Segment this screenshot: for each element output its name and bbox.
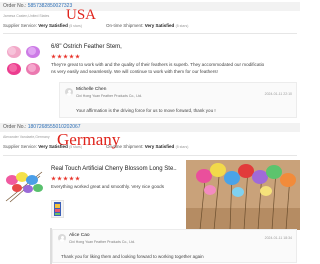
reply-author-name: Alice Cao: [69, 233, 90, 238]
avatar: [65, 88, 73, 96]
order-header: Order No.: 5857382850027323: [0, 2, 300, 11]
supplier-reply: Alice Cao Cixi Hong Yuan Feather Product…: [52, 229, 297, 263]
divider: [3, 33, 297, 34]
review-text: Everything worked great and smoothly. Ve…: [51, 184, 165, 189]
reply-date: 2024-01-11 22:10: [264, 92, 292, 96]
star-icon: [75, 54, 80, 59]
supplier-service-rating: Supplier Service: Very Satisfied (5 star…: [3, 144, 82, 149]
star-icon: [57, 54, 62, 59]
star-icon: [57, 176, 62, 181]
product-title-link[interactable]: 6/8" Ostrich Feather Stem,: [51, 44, 122, 50]
star-icon: [51, 176, 56, 181]
reply-company: Cixi Hong Yuan Feather Products Co., Ltd…: [69, 240, 136, 244]
star-icon: [69, 54, 74, 59]
ontime-shipment-rating: On-time Shipment: Very Satisfied (5 star…: [106, 144, 189, 149]
reply-text: Thank you for liking them and looking fo…: [61, 254, 204, 259]
star-icon: [51, 54, 56, 59]
ontime-shipment-rating: On-time Shipment: Very Satisfied (5 star…: [106, 23, 189, 28]
star-icon: [63, 54, 68, 59]
feather-bouquet-image: [186, 160, 300, 230]
country-annotation: USA: [66, 7, 97, 23]
order-label: Order No.:: [3, 3, 27, 9]
review-text: They're great to work with and the quali…: [51, 62, 265, 74]
product-title-link[interactable]: Real Touch Artificial Cherry Blossom Lon…: [51, 166, 177, 172]
star-icon: [75, 176, 80, 181]
review-photo-large[interactable]: [186, 160, 300, 230]
review-stars: [51, 176, 80, 181]
reply-author-name: Michelle Chen: [76, 87, 107, 92]
reply-company: Cixi Hong Yuan Feather Products Co., Ltd…: [76, 94, 143, 98]
buyer-location: Alexander Vandaele,Germany: [3, 135, 50, 139]
star-icon: [69, 176, 74, 181]
buyer-location: Jamesa Casten,United States: [3, 14, 50, 18]
photo-icon: [54, 202, 61, 216]
star-icon: [63, 176, 68, 181]
order-label: Order No.:: [3, 124, 27, 130]
product-thumbnail[interactable]: [2, 168, 46, 204]
order-header: Order No.: 1807268555010202067: [0, 123, 300, 132]
divider: [3, 155, 297, 156]
product-thumbnail[interactable]: [2, 40, 44, 80]
supplier-service-rating: Supplier Service: Very Satisfied (5 star…: [3, 23, 82, 28]
feather-image: [2, 40, 44, 80]
blossom-stem-image: [2, 168, 46, 204]
avatar: [58, 234, 66, 242]
reply-date: 2024-01-11 18:34: [264, 236, 292, 240]
reply-text: Your affirmation is the driving force fo…: [76, 108, 216, 113]
supplier-reply: Michelle Chen Cixi Hong Yuan Feather Pro…: [59, 82, 297, 118]
review-photo-thumbnail[interactable]: [51, 200, 64, 218]
review-stars: [51, 54, 80, 59]
